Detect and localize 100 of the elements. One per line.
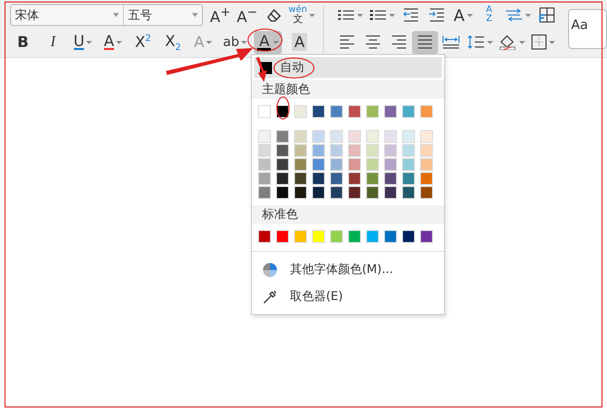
color-swatch[interactable] — [294, 186, 307, 199]
color-swatch[interactable] — [402, 230, 415, 243]
color-swatch[interactable] — [258, 230, 271, 243]
color-swatch[interactable] — [348, 172, 361, 185]
text-format-button[interactable]: X$^{2}$ — [130, 30, 156, 54]
color-swatch[interactable] — [384, 130, 397, 143]
color-swatch[interactable] — [366, 230, 379, 243]
font-size-step-button[interactable]: A$^{−}$ — [234, 4, 260, 26]
text-format-button[interactable]: A — [100, 30, 126, 54]
paragraph-format-button[interactable] — [412, 30, 438, 54]
paragraph-tool-button[interactable]: A — [450, 4, 476, 26]
arrows-icon — [505, 8, 524, 22]
color-swatch[interactable] — [420, 158, 433, 171]
color-swatch[interactable] — [276, 130, 289, 143]
color-swatch[interactable] — [420, 144, 433, 157]
color-swatch[interactable] — [330, 130, 343, 143]
color-swatch[interactable] — [294, 158, 307, 171]
font-name-dropdown[interactable]: 宋体 — [11, 5, 124, 25]
text-format-button[interactable]: A — [286, 30, 312, 54]
color-swatch[interactable] — [366, 130, 379, 143]
color-swatch[interactable] — [348, 158, 361, 171]
color-swatch[interactable] — [258, 186, 271, 199]
text-format-button[interactable]: X$_{2}$ — [160, 30, 186, 54]
menu-item[interactable]: 取色器(E) — [252, 283, 444, 310]
color-swatch[interactable] — [276, 230, 289, 243]
color-swatch[interactable] — [348, 186, 361, 199]
color-swatch[interactable] — [384, 144, 397, 157]
color-swatch[interactable] — [402, 158, 415, 171]
color-swatch[interactable] — [402, 105, 415, 118]
text-format-button[interactable]: A — [254, 30, 282, 54]
character-spacing-label: A — [454, 6, 465, 24]
annotation-ellipse — [274, 58, 314, 78]
align-icon — [339, 35, 356, 49]
color-swatch[interactable] — [330, 172, 343, 185]
style-preview[interactable]: Aa — [568, 9, 607, 49]
color-swatch[interactable] — [312, 105, 325, 118]
font-size-step-button[interactable]: A$^{+}$ — [207, 4, 234, 26]
color-swatch[interactable] — [276, 172, 289, 185]
color-swatch[interactable] — [294, 144, 307, 157]
color-swatch[interactable] — [312, 130, 325, 143]
color-swatch[interactable] — [312, 158, 325, 171]
color-swatch[interactable] — [384, 186, 397, 199]
color-wheel-icon — [262, 262, 278, 278]
border-icon — [531, 34, 548, 50]
phonetic-guide-button[interactable]: wén 文 — [286, 4, 318, 26]
color-swatch[interactable] — [330, 186, 343, 199]
font-size-dropdown[interactable]: 五号 — [124, 5, 202, 25]
automatic-color-item[interactable]: 自动 — [254, 57, 442, 78]
align-icon — [365, 35, 382, 49]
color-swatch[interactable] — [294, 230, 307, 243]
color-swatch[interactable] — [276, 144, 289, 157]
color-swatch[interactable] — [330, 105, 343, 118]
color-swatch[interactable] — [258, 130, 271, 143]
color-swatch[interactable] — [294, 105, 307, 118]
color-swatch[interactable] — [420, 172, 433, 185]
color-swatch[interactable] — [294, 172, 307, 185]
color-swatch[interactable] — [276, 158, 289, 171]
color-swatch[interactable] — [420, 130, 433, 143]
color-swatch[interactable] — [402, 172, 415, 185]
color-swatch[interactable] — [366, 144, 379, 157]
color-swatch[interactable] — [420, 230, 433, 243]
color-swatch[interactable] — [312, 230, 325, 243]
color-swatch[interactable] — [420, 186, 433, 199]
color-swatch[interactable] — [312, 172, 325, 185]
text-format-button[interactable]: B — [10, 30, 36, 54]
color-swatch[interactable] — [348, 130, 361, 143]
menu-item[interactable]: 其他字体颜色(M)... — [252, 256, 444, 283]
color-swatch[interactable] — [312, 186, 325, 199]
color-swatch[interactable] — [348, 230, 361, 243]
paragraph-tool-button[interactable]: AZ — [476, 4, 502, 26]
color-swatch[interactable] — [402, 130, 415, 143]
color-swatch[interactable] — [330, 144, 343, 157]
color-swatch[interactable] — [402, 144, 415, 157]
color-swatch[interactable] — [402, 186, 415, 199]
color-swatch[interactable] — [366, 186, 379, 199]
color-swatch[interactable] — [384, 230, 397, 243]
color-swatch[interactable] — [276, 186, 289, 199]
color-swatch[interactable] — [312, 144, 325, 157]
color-swatch[interactable] — [348, 144, 361, 157]
list-icon — [369, 8, 388, 22]
color-swatch[interactable] — [384, 105, 397, 118]
section-header: 主题颜色 — [252, 80, 444, 99]
color-swatch[interactable] — [366, 105, 379, 118]
color-swatch[interactable] — [258, 172, 271, 185]
color-swatch[interactable] — [366, 158, 379, 171]
color-swatch[interactable] — [330, 230, 343, 243]
color-swatch[interactable] — [258, 105, 271, 118]
annotation-ellipse — [248, 28, 282, 52]
color-swatch[interactable] — [258, 158, 271, 171]
color-swatch[interactable] — [384, 158, 397, 171]
color-swatch[interactable] — [294, 130, 307, 143]
text-format-button[interactable]: U — [70, 30, 96, 54]
section-header: 标准色 — [252, 205, 444, 224]
color-swatch[interactable] — [384, 172, 397, 185]
color-swatch[interactable] — [258, 144, 271, 157]
color-swatch[interactable] — [348, 105, 361, 118]
color-swatch[interactable] — [366, 172, 379, 185]
text-format-button[interactable]: I — [40, 30, 66, 54]
color-swatch[interactable] — [420, 105, 433, 118]
color-swatch[interactable] — [330, 158, 343, 171]
